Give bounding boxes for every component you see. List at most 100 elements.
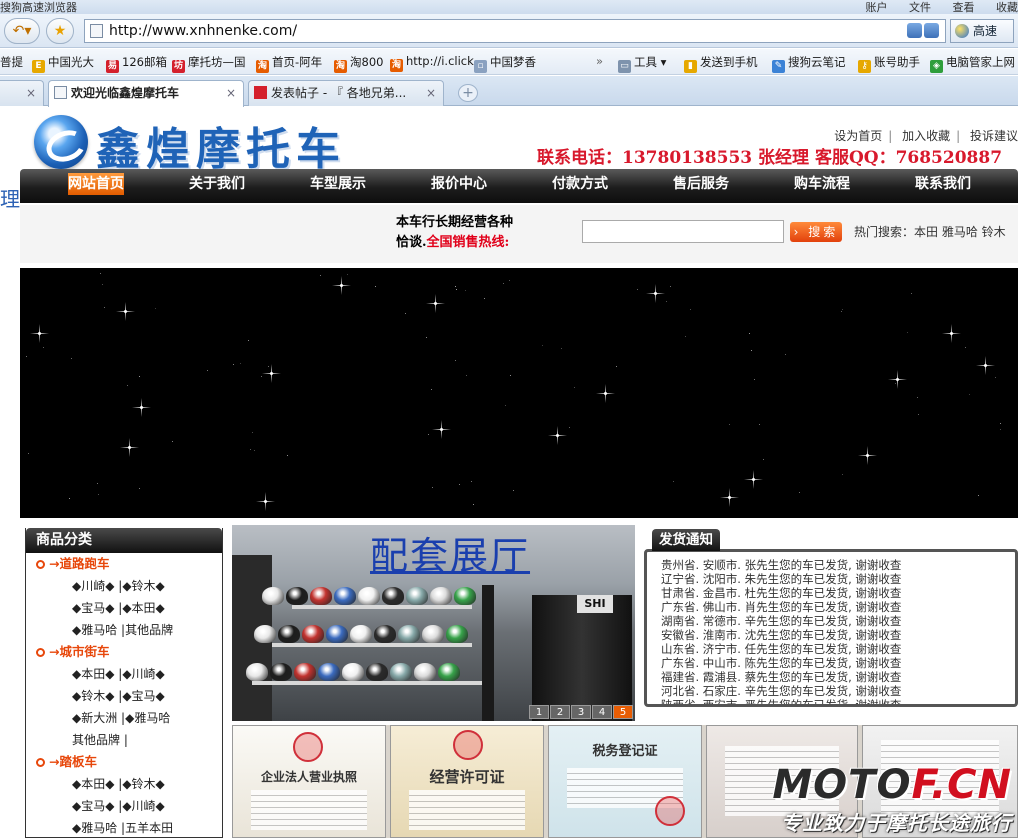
nav-prices[interactable]: 报价中心 (399, 169, 519, 203)
category-row[interactable]: 其他品牌 | (26, 729, 222, 751)
star-icon (104, 307, 105, 308)
helmet-icon (414, 663, 436, 681)
star-icon (918, 414, 919, 415)
circle-bullet-icon (36, 560, 45, 569)
menu-account[interactable]: 账户 (866, 1, 888, 14)
search-button[interactable]: › 搜索 (790, 222, 842, 242)
note-icon: ✎ (772, 60, 785, 73)
menu-file[interactable]: 文件 (909, 1, 931, 14)
license-operation[interactable]: 经营许可证 (390, 725, 544, 838)
category-row[interactable]: ◆雅马哈 |五羊本田 (26, 817, 222, 838)
menu-view[interactable]: 查看 (953, 1, 975, 14)
shipping-item: 福建省. 霞浦县. 蔡先生您的车已发货, 谢谢收查 (661, 670, 902, 684)
bookmark-item[interactable]: 淘首页-阿年 (256, 54, 322, 73)
nav-about[interactable]: 关于我们 (157, 169, 277, 203)
new-tab-button[interactable]: + (458, 84, 478, 102)
set-homepage-link[interactable]: 设为首页 (834, 129, 882, 143)
bookmark-item[interactable]: ▫ 中国梦香 (474, 54, 536, 73)
slide-page-1[interactable]: 1 (529, 705, 549, 719)
main-nav: 网站首页 关于我们 车型展示 报价中心 付款方式 售后服务 购车流程 联系我们 (20, 169, 1018, 203)
star-icon (233, 364, 234, 365)
star-icon (262, 364, 281, 383)
category-row[interactable]: ◆雅马哈 |其他品牌 (26, 619, 222, 641)
star-icon (254, 450, 255, 451)
speed-mode-button[interactable]: 高速 (950, 19, 1014, 43)
category-group[interactable]: →城市街车 (26, 641, 222, 663)
star-icon (749, 333, 750, 334)
nav-contact[interactable]: 联系我们 (883, 169, 1003, 203)
bookmark-item[interactable]: E 中国光大 (32, 54, 94, 73)
address-bar[interactable]: http://www.xnhnenke.com/ (84, 19, 946, 43)
tab-forum-post[interactable]: 发表帖子 - 『 各地兄弟... × (248, 80, 444, 106)
tab-previous[interactable]: × (0, 80, 44, 106)
category-row[interactable]: ◆宝马◆ |◆本田◆ (26, 597, 222, 619)
star-icon (969, 394, 970, 395)
star-icon (888, 370, 907, 389)
helmet-icon (286, 587, 308, 605)
dropdown-icon[interactable] (924, 23, 939, 38)
category-row[interactable]: ◆本田◆ |◆铃木◆ (26, 773, 222, 795)
category-group[interactable]: →道路跑车 (26, 553, 222, 575)
search-input[interactable] (582, 220, 784, 243)
bookmark-item[interactable]: 坊摩托坊—国 (172, 54, 246, 73)
star-icon (69, 498, 70, 499)
slide-page-2[interactable]: 2 (550, 705, 570, 719)
site-logo[interactable]: 鑫煌摩托车 (34, 111, 379, 175)
complaint-link[interactable]: 投诉建议 (970, 129, 1018, 143)
slide-page-4[interactable]: 4 (592, 705, 612, 719)
send-to-phone-button[interactable]: ▮ 发送到手机 (684, 54, 758, 73)
slide-page-5[interactable]: 5 (613, 705, 633, 719)
category-row[interactable]: ◆宝马◆ |◆川崎◆ (26, 795, 222, 817)
tools-menu[interactable]: ▭ 工具 ▾ (618, 54, 666, 73)
favorite-button[interactable]: ★ (46, 18, 74, 44)
pc-manager-button[interactable]: ◈ 电脑管家上网 (930, 54, 1015, 73)
motof-watermark: MOTOF.CN (772, 762, 1012, 808)
shield-icon[interactable] (907, 23, 922, 38)
nav-payment[interactable]: 付款方式 (520, 169, 640, 203)
bookmarks-overflow-icon[interactable]: » (596, 54, 603, 68)
license-tax[interactable]: 税务登记证 (548, 725, 702, 838)
star-icon: ★ (53, 23, 67, 39)
license-business[interactable]: 企业法人营业执照 (232, 725, 386, 838)
logo-emblem-icon (34, 115, 88, 169)
shipping-item: 甘肃省. 金昌市. 杜先生您的车已发货, 谢谢收查 (661, 586, 902, 600)
close-icon[interactable]: × (26, 81, 36, 105)
shield-icon: ◈ (930, 60, 943, 73)
bookmark-item[interactable]: 淘淘800 (334, 54, 383, 73)
nav-models[interactable]: 车型展示 (278, 169, 398, 203)
menu-favorites[interactable]: 收藏 (996, 1, 1018, 14)
close-icon[interactable]: × (426, 81, 436, 105)
showroom-title[interactable]: 配套展厅 (370, 525, 530, 580)
bookmark-item[interactable]: 淘 http://i.click (390, 54, 474, 72)
nav-purchase-flow[interactable]: 购车流程 (762, 169, 882, 203)
close-icon[interactable]: × (226, 81, 236, 105)
category-group[interactable]: →踏板车 (26, 751, 222, 773)
back-button[interactable]: ↶▾ (4, 18, 40, 44)
nav-after-sales[interactable]: 售后服务 (641, 169, 761, 203)
category-row[interactable]: ◆川崎◆ |◆铃木◆ (26, 575, 222, 597)
slide-page-3[interactable]: 3 (571, 705, 591, 719)
bookmark-item[interactable]: 普提 (0, 54, 23, 70)
account-helper-button[interactable]: ⚷ 账号助手 (858, 54, 920, 73)
star-icon (240, 363, 241, 364)
star-icon (907, 332, 908, 333)
showroom-slideshow[interactable]: SHI 配套展厅 1 2 3 4 5 (232, 525, 635, 721)
star-icon (763, 459, 764, 460)
helmet-icon (262, 587, 284, 605)
cloud-notes-button[interactable]: ✎ 搜狗云笔记 (772, 54, 846, 73)
helmet-icon (254, 625, 276, 643)
category-row[interactable]: ◆本田◆ |◆川崎◆ (26, 663, 222, 685)
license-title: 经营许可证 (429, 768, 505, 786)
page-icon (90, 24, 103, 38)
category-row[interactable]: ◆铃木◆ |◆宝马◆ (26, 685, 222, 707)
helmet-icon (350, 625, 372, 643)
helmet-icon (454, 587, 476, 605)
category-row[interactable]: ◆新大洲 |◆雅马哈 (26, 707, 222, 729)
browser-menu: 账户 文件 查看 收藏 (848, 0, 1018, 14)
tab-active[interactable]: 欢迎光临鑫煌摩托车 × (48, 80, 244, 107)
add-favorite-link[interactable]: 加入收藏 (902, 129, 950, 143)
bookmark-item[interactable]: 易 126邮箱 (106, 54, 167, 73)
shipping-item: 贵州省. 安顺市. 张先生您的车已发货, 谢谢收查 (661, 558, 902, 572)
nav-home[interactable]: 网站首页 (36, 169, 156, 203)
star-icon (102, 284, 103, 285)
